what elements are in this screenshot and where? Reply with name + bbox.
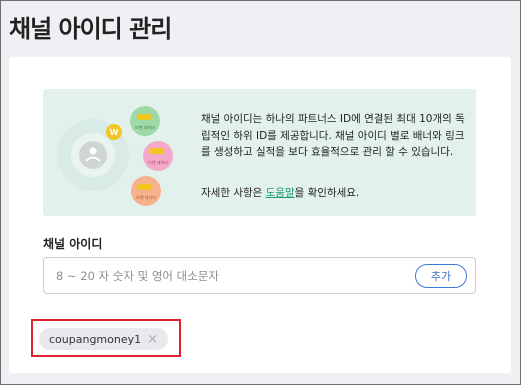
channel-illustration: W 브랜 데이터 브랜 데이터 브랜 데이터 — [57, 106, 173, 206]
bubble-orange-icon — [131, 176, 161, 206]
bubble-pink-icon — [143, 141, 173, 171]
channel-id-input[interactable] — [56, 267, 396, 285]
channel-id-label: 채널 아이디 — [43, 237, 103, 251]
help-prefix: 자세한 사항은 — [201, 187, 266, 199]
coin-label: W — [110, 128, 119, 137]
page-title: 채널 아이디 관리 — [9, 15, 172, 43]
help-suffix: 을 확인하세요. — [294, 187, 360, 199]
info-banner: W 브랜 데이터 브랜 데이터 브랜 데이터 채널 아이디는 하나의 파트너스 … — [43, 89, 476, 216]
bubble-label-2: 브랜 데이터 — [148, 159, 168, 165]
bubble-label-1: 브랜 데이터 — [135, 124, 155, 130]
bubble-green-icon — [130, 106, 160, 136]
channel-chip-label: coupangmoney1 — [49, 332, 142, 346]
close-icon[interactable]: × — [147, 332, 158, 347]
user-avatar-icon — [79, 141, 107, 169]
help-link[interactable]: 도움말 — [266, 187, 295, 199]
channel-chip-list: coupangmoney1 × — [31, 319, 181, 357]
channel-id-field: 추가 — [43, 257, 476, 294]
add-button[interactable]: 추가 — [415, 264, 467, 288]
content-card: W 브랜 데이터 브랜 데이터 브랜 데이터 채널 아이디는 하나의 파트너스 … — [9, 57, 511, 373]
window-frame: 채널 아이디 관리 W 브랜 데이터 브랜 데이터 브랜 데이터 채널 아이디는… — [0, 0, 521, 385]
channel-chip: coupangmoney1 × — [39, 328, 169, 350]
banner-help-text: 자세한 사항은 도움말을 확인하세요. — [201, 185, 359, 200]
bubble-label-3: 브랜 데이터 — [136, 194, 156, 200]
banner-description: 채널 아이디는 하나의 파트너스 ID에 연결된 최대 10개의 독립적인 하위… — [201, 113, 465, 158]
